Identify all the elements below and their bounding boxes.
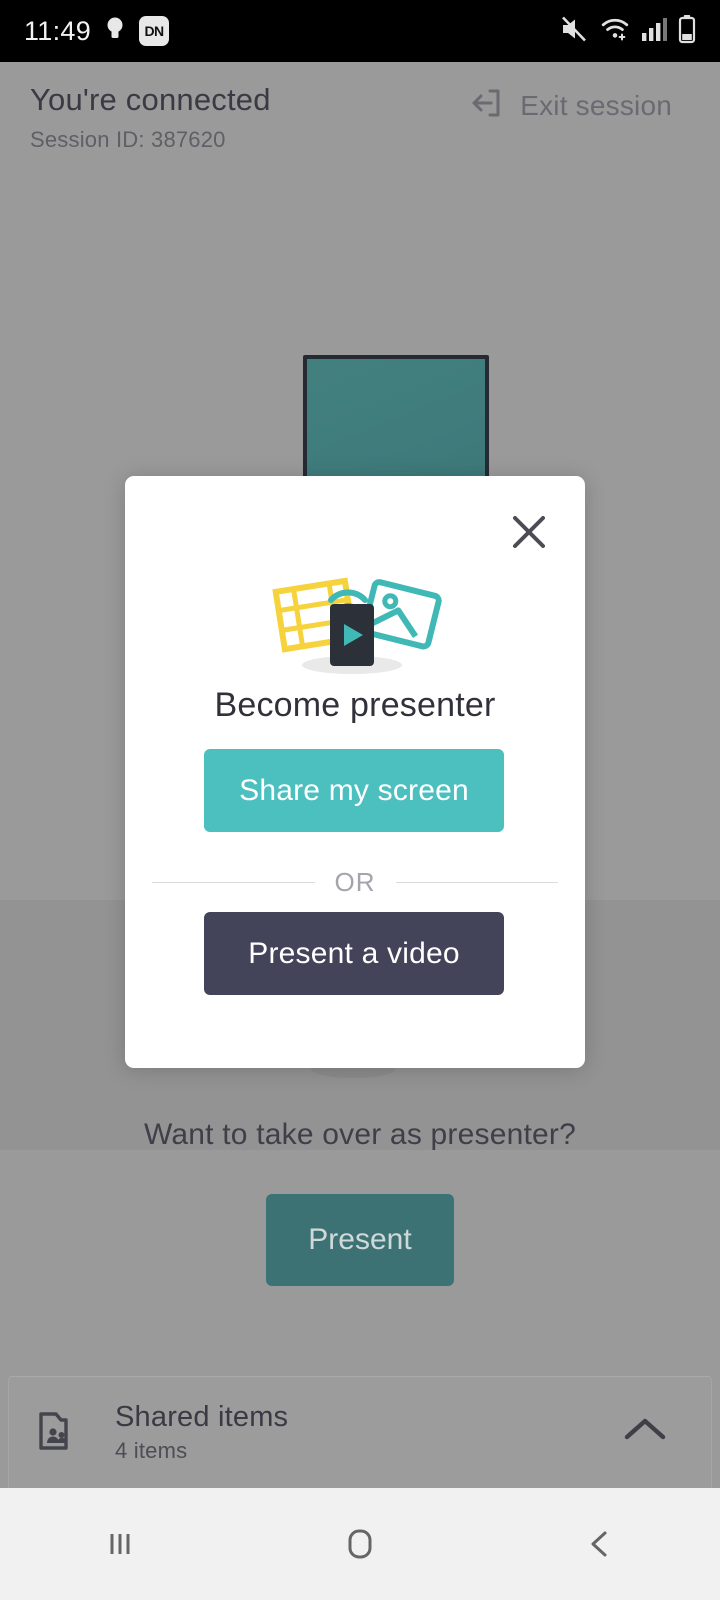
battery-icon xyxy=(678,14,696,49)
mute-icon xyxy=(559,14,589,49)
session-id-label: Session ID: 387620 xyxy=(30,127,226,152)
or-label: OR xyxy=(334,866,376,897)
status-bar-right xyxy=(559,14,696,49)
or-divider: OR xyxy=(152,862,558,902)
dialog-title: Become presenter xyxy=(214,686,496,724)
shared-items-title: Shared items xyxy=(115,1401,289,1433)
media-cast-illustration xyxy=(125,564,585,676)
page-title: You're connected xyxy=(30,82,271,117)
shared-folder-icon xyxy=(37,1406,89,1459)
divider-rule-left xyxy=(152,881,315,883)
app-header: You're connected Session ID: 387620 Exit… xyxy=(0,62,720,172)
shared-items-sheet[interactable]: Shared items 4 items xyxy=(8,1376,712,1488)
home-icon[interactable] xyxy=(290,1488,430,1600)
do-not-disturb-badge: DN xyxy=(139,16,170,46)
present-button[interactable]: Present xyxy=(266,1194,454,1286)
cellular-signal-icon xyxy=(641,15,668,48)
exit-session-button[interactable]: Exit session xyxy=(470,86,672,125)
exit-session-icon xyxy=(470,86,504,125)
flashlight-icon xyxy=(105,15,125,48)
share-my-screen-button[interactable]: Share my screen xyxy=(204,749,504,832)
shared-items-text-group: Shared items 4 items xyxy=(115,1401,621,1464)
status-bar-left: 11:49 DN xyxy=(24,15,170,48)
status-bar-clock: 11:49 xyxy=(24,15,92,46)
android-nav-bar xyxy=(0,1488,720,1600)
takeover-prompt: Want to take over as presenter? xyxy=(144,1118,576,1151)
chevron-up-icon[interactable] xyxy=(621,1415,669,1450)
status-bar: 11:49 DN xyxy=(0,0,720,62)
shared-items-count: 4 items xyxy=(115,1438,188,1463)
wifi-icon xyxy=(600,14,630,49)
takeover-section: Want to take over as presenter? Present xyxy=(0,1118,720,1286)
phone-screen: 11:49 DN You're connected Session ID: 38… xyxy=(0,0,720,1600)
recents-icon[interactable] xyxy=(50,1488,190,1600)
present-a-video-button[interactable]: Present a video xyxy=(204,912,504,995)
divider-rule-right xyxy=(395,881,558,883)
header-title-group: You're connected Session ID: 387620 xyxy=(30,82,271,153)
exit-session-label: Exit session xyxy=(520,89,672,121)
become-presenter-dialog: Become presenter Share my screen OR Pres… xyxy=(125,476,585,1068)
back-icon[interactable] xyxy=(530,1488,670,1600)
close-icon[interactable] xyxy=(501,504,557,560)
